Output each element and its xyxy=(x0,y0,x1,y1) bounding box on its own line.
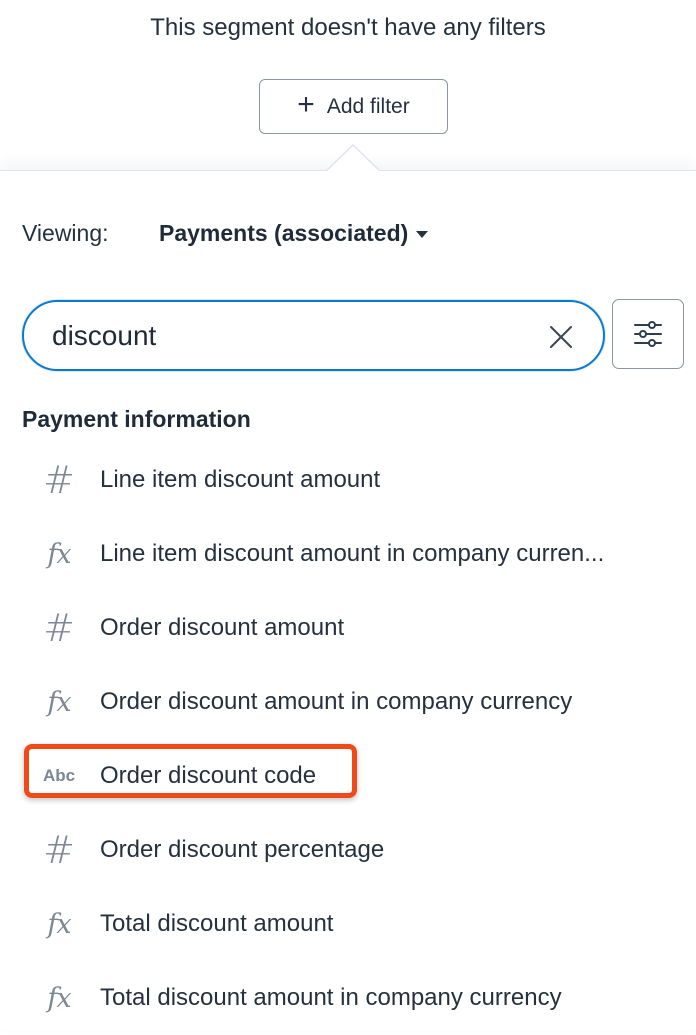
popover-caret xyxy=(326,144,380,172)
list-item-label: Total discount amount in company currenc… xyxy=(100,984,562,1011)
add-filter-button[interactable]: + Add filter xyxy=(259,79,448,134)
list-item[interactable]: # Order discount amount xyxy=(0,591,696,665)
caret-down-icon xyxy=(416,231,429,238)
viewing-row: Viewing: Payments (associated) xyxy=(22,220,429,247)
sliders-icon xyxy=(634,321,662,347)
property-search-box xyxy=(22,300,605,371)
list-item[interactable]: fx Total discount amount in company curr… xyxy=(0,961,696,1035)
list-item[interactable]: fx Line item discount amount in company … xyxy=(0,517,696,591)
object-type-value: Payments (associated) xyxy=(159,220,409,246)
close-icon[interactable] xyxy=(549,325,573,349)
add-filter-label: Add filter xyxy=(326,94,410,118)
fx-icon: fx xyxy=(47,982,71,1014)
viewing-label: Viewing: xyxy=(22,220,109,246)
fx-icon: fx xyxy=(47,686,71,718)
list-item-label: Order discount percentage xyxy=(100,836,385,863)
fx-icon: fx xyxy=(47,538,71,570)
hash-icon: # xyxy=(43,458,75,502)
list-item-label: Total discount amount xyxy=(100,910,334,937)
search-input[interactable] xyxy=(52,319,532,352)
section-title: Payment information xyxy=(22,406,251,432)
list-item-label: Line item discount amount xyxy=(100,466,381,493)
object-type-dropdown[interactable]: Payments (associated) xyxy=(159,220,429,247)
plus-icon: + xyxy=(297,88,315,121)
list-item-label: Order discount amount in company currenc… xyxy=(100,688,573,715)
list-item-label: Line item discount amount in company cur… xyxy=(100,540,605,567)
list-item[interactable]: Abc Order discount code xyxy=(0,739,696,813)
list-item-label: Order discount amount xyxy=(100,614,345,641)
list-item-label: Order discount code xyxy=(100,762,317,789)
fx-icon: fx xyxy=(47,908,71,940)
list-item[interactable]: fx Total discount amount xyxy=(0,887,696,961)
empty-filters-message: This segment doesn't have any filters xyxy=(150,14,546,41)
list-item[interactable]: fx Order discount amount in company curr… xyxy=(0,665,696,739)
hash-icon: # xyxy=(43,606,75,650)
abc-icon: Abc xyxy=(42,766,76,785)
filter-settings-button[interactable] xyxy=(612,299,684,369)
list-item[interactable]: # Line item discount amount xyxy=(0,443,696,517)
hash-icon: # xyxy=(43,828,75,872)
list-item[interactable]: # Order discount percentage xyxy=(0,813,696,887)
